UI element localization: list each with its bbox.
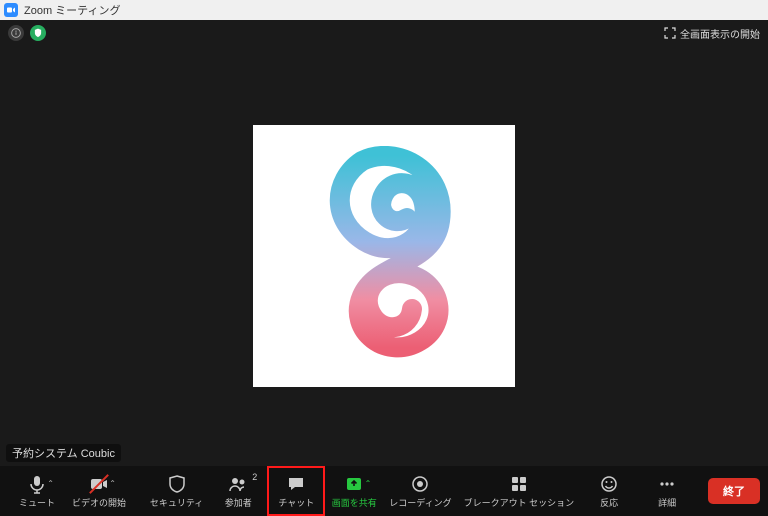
mute-button[interactable]: ⌃ ミュート bbox=[8, 466, 66, 516]
start-video-button[interactable]: ⌃ ビデオの開始 bbox=[66, 466, 132, 516]
more-icon bbox=[657, 474, 677, 494]
participants-icon: 2 bbox=[228, 474, 248, 494]
microphone-icon: ⌃ bbox=[27, 474, 47, 494]
participants-count: 2 bbox=[252, 472, 257, 482]
chat-button[interactable]: チャット bbox=[267, 466, 325, 516]
info-icon[interactable] bbox=[8, 25, 24, 41]
breakout-icon bbox=[509, 474, 529, 494]
reactions-button[interactable]: 反応 bbox=[580, 466, 638, 516]
window-title: Zoom ミーティング bbox=[24, 2, 121, 18]
chevron-up-icon[interactable]: ⌃ bbox=[109, 479, 116, 488]
share-screen-button[interactable]: ⌃ 画面を共有 bbox=[325, 466, 383, 516]
smile-icon bbox=[599, 474, 619, 494]
fullscreen-icon bbox=[664, 27, 676, 39]
participant-video-tile[interactable] bbox=[253, 125, 515, 387]
breakout-rooms-button[interactable]: ブレークアウト セッション bbox=[458, 466, 581, 516]
participant-avatar-logo bbox=[302, 146, 467, 366]
video-area: 予約システム Coubic bbox=[0, 46, 768, 466]
enter-fullscreen-button[interactable]: 全画面表示の開始 bbox=[664, 26, 760, 41]
zoom-logo-icon bbox=[4, 3, 18, 17]
top-bar: 全画面表示の開始 bbox=[0, 20, 768, 46]
camera-off-icon: ⌃ bbox=[89, 474, 109, 494]
participant-name-label: 予約システム Coubic bbox=[6, 444, 121, 462]
fullscreen-label: 全画面表示の開始 bbox=[680, 26, 760, 41]
shield-icon bbox=[167, 474, 187, 494]
recording-button[interactable]: レコーディング bbox=[383, 466, 457, 516]
chevron-up-icon[interactable]: ⌃ bbox=[365, 479, 372, 488]
chat-icon bbox=[286, 474, 306, 494]
more-button[interactable]: 詳細 bbox=[638, 466, 696, 516]
share-screen-icon: ⌃ bbox=[344, 474, 364, 494]
participants-button[interactable]: 2 参加者 bbox=[209, 466, 267, 516]
chevron-up-icon[interactable]: ⌃ bbox=[47, 479, 54, 488]
end-meeting-button[interactable]: 終了 bbox=[708, 478, 760, 504]
meeting-toolbar: ⌃ ミュート ⌃ ビデオの開始 セキュリティ bbox=[0, 466, 768, 516]
encryption-shield-icon[interactable] bbox=[30, 25, 46, 41]
window-titlebar: Zoom ミーティング bbox=[0, 0, 768, 20]
record-icon bbox=[410, 474, 430, 494]
security-button[interactable]: セキュリティ bbox=[144, 466, 209, 516]
